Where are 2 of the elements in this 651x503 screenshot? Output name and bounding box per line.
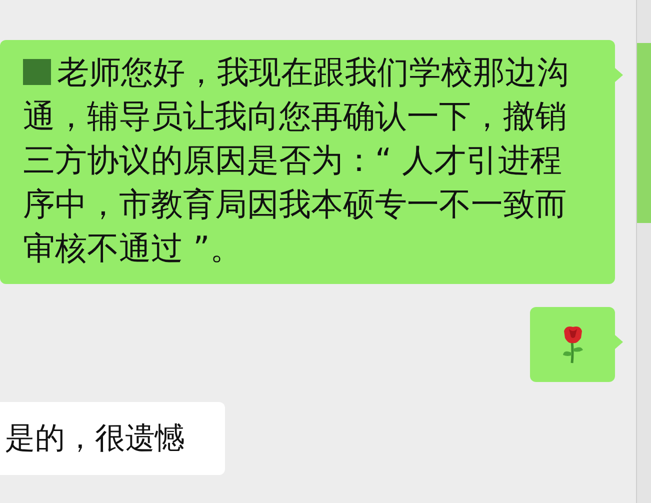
message-text: 是的，很遗憾 <box>5 420 185 458</box>
message-text: 老师您好，我现在跟我们学校那边沟通，辅导员让我向您再确认一下，撤销三方协议的原因是否为：“ 人才引进程序中，市教育局因我本硕专一不一致而审核不通过 ”。 <box>23 52 570 269</box>
